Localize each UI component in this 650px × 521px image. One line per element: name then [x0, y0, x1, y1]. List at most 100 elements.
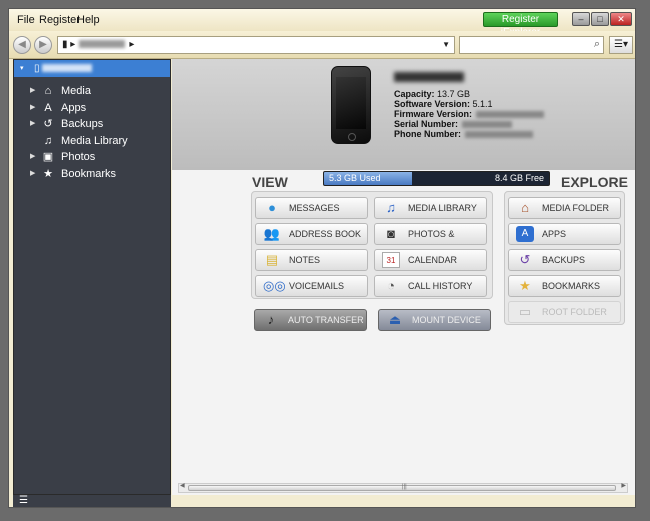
notes-button[interactable]: ▤ Notes — [255, 249, 368, 271]
forward-button[interactable]: ▶ — [34, 36, 52, 54]
backup-icon: ↺ — [43, 118, 53, 130]
sidebar-item-label: Photos — [61, 151, 96, 163]
storage-free-label: 8.4 GB Free — [494, 173, 544, 183]
mount-device-button[interactable]: ⏏ Mount Device — [378, 309, 491, 331]
serial-number-label: Serial Number: — [394, 119, 459, 129]
phone-number-label: Phone Number: — [394, 129, 462, 139]
software-version-row: Software Version: 5.1.1 — [394, 99, 493, 109]
software-version-value: 5.1.1 — [472, 99, 493, 109]
messages-button[interactable]: ● Messages — [255, 197, 368, 219]
back-button[interactable]: ◀ — [13, 36, 31, 54]
call-history-button[interactable]: ◔ Call History — [374, 275, 487, 297]
sidebar-item-bookmarks[interactable]: ▶ ★ Bookmarks — [14, 166, 170, 182]
menu-file[interactable]: File — [17, 14, 35, 26]
sidebar-item-photos[interactable]: ▶ ▣ Photos — [14, 149, 170, 165]
menu-register[interactable]: Register — [39, 14, 80, 26]
photos-videos-button[interactable]: ◙ Photos & Videos — [374, 223, 487, 259]
phone-number-row: Phone Number: — [394, 129, 534, 139]
address-book-button[interactable]: 👥 Address Book — [255, 223, 368, 245]
house-icon: ⌂ — [521, 200, 529, 215]
firmware-version-label: Firmware Version: — [394, 109, 473, 119]
sidebar: ▾ ▯ ▶ ⌂ Media ▶ A Apps ▶ ↺ Backups ♫ Med… — [13, 59, 171, 495]
app-store-icon: A — [516, 226, 534, 242]
firmware-version-row: Firmware Version: — [394, 109, 545, 119]
menu-bar: File Register Help Register iExplorer – … — [9, 9, 635, 38]
collapse-arrow-icon[interactable]: ▾ — [20, 60, 24, 77]
iphone-icon: ▯ — [34, 63, 40, 74]
bookmarks-button[interactable]: ★ Bookmarks — [508, 275, 621, 297]
sidebar-item-apps[interactable]: ▶ A Apps — [14, 100, 170, 116]
sidebar-item-backups[interactable]: ▶ ↺ Backups — [14, 116, 170, 132]
phone-number-value — [465, 131, 534, 139]
media-library-button[interactable]: ♫ Media Library — [374, 197, 487, 219]
music-note-icon: ♫ — [386, 200, 396, 215]
scroll-thumb[interactable]: ||| — [188, 484, 616, 491]
sidebar-item-label: Backups — [61, 118, 104, 130]
sidebar-item-label: Media Library — [61, 135, 128, 147]
sidebar-item-media[interactable]: ▶ ⌂ Media — [14, 83, 170, 99]
close-button[interactable]: ✕ — [610, 12, 632, 26]
phone-icon: ▮ ▸ — [62, 39, 76, 50]
menu-icon[interactable]: ☰ — [19, 495, 28, 506]
view-options-button[interactable]: ☰▾ — [609, 36, 633, 54]
maximize-button[interactable]: □ — [591, 12, 609, 26]
view-section-title: VIEW — [252, 174, 288, 190]
minimize-button[interactable]: – — [572, 12, 590, 26]
expand-arrow-icon[interactable]: ▶ — [30, 100, 35, 116]
search-input[interactable]: ⌕ — [459, 36, 604, 54]
mount-disk-icon: ⏏ — [388, 312, 402, 327]
address-bar: ◀ ▶ ▮ ▸ ▸ ▼ ⌕ ☰▾ — [9, 31, 635, 59]
sidebar-device-row[interactable]: ▾ ▯ — [14, 60, 170, 77]
media-folder-button[interactable]: ⌂ Media Folder — [508, 197, 621, 219]
app-window: File Register Help Register iExplorer – … — [8, 8, 636, 508]
notepad-icon: ▤ — [265, 252, 279, 267]
search-icon[interactable]: ⌕ — [594, 38, 600, 51]
camera-icon: ◙ — [387, 226, 395, 241]
explore-buttons-panel: ⌂ Media Folder A Apps ↺ Backups ★ Bookma… — [504, 191, 625, 325]
contacts-icon: 👥 — [263, 226, 281, 241]
music-transfer-icon: ♪ — [267, 312, 275, 327]
sidebar-item-label: Bookmarks — [61, 168, 117, 180]
auto-transfer-button[interactable]: ♪ Auto Transfer — [254, 309, 367, 331]
horizontal-scrollbar[interactable]: ◀ ||| ▶ — [178, 483, 628, 493]
clock-icon: ◔ — [387, 278, 395, 293]
backups-button[interactable]: ↺ Backups — [508, 249, 621, 271]
capacity-label: Capacity: — [394, 89, 435, 99]
sidebar-item-media-library[interactable]: ♫ Media Library — [14, 133, 170, 149]
apps-button[interactable]: A Apps — [508, 223, 621, 245]
path-field[interactable]: ▮ ▸ ▸ ▼ — [57, 36, 455, 54]
apps-icon: A — [44, 102, 52, 114]
iphone-image — [331, 66, 371, 144]
sidebar-footer: ☰ — [13, 495, 171, 507]
expand-arrow-icon[interactable]: ▶ — [30, 149, 35, 165]
path-device-name — [79, 40, 126, 49]
chevron-down-icon[interactable]: ▼ — [442, 37, 450, 53]
scroll-right-icon[interactable]: ▶ — [621, 482, 626, 489]
expand-arrow-icon[interactable]: ▶ — [30, 166, 35, 182]
scroll-left-icon[interactable]: ◀ — [180, 482, 185, 489]
firmware-version-value — [476, 111, 545, 119]
device-name — [42, 64, 92, 73]
music-note-icon: ♫ — [43, 135, 53, 147]
voicemails-button[interactable]: ◎◎ Voicemails — [255, 275, 368, 297]
register-iexplorer-button[interactable]: Register iExplorer — [483, 12, 558, 38]
sidebar-item-label: Media — [61, 85, 91, 97]
device-info-header: Capacity: 13.7 GB Software Version: 5.1.… — [172, 59, 635, 170]
view-buttons-panel: ● Messages ♫ Media Library 👥 Address Boo… — [251, 191, 493, 299]
storage-bar: 5.3 GB Used 8.4 GB Free — [323, 171, 550, 186]
root-folder-button[interactable]: ▭ Root Folder — [508, 301, 621, 323]
software-version-label: Software Version: — [394, 99, 471, 109]
grip-icon: ||| — [402, 484, 407, 490]
device-name-heading — [394, 72, 464, 82]
capacity-value: 13.7 GB — [437, 89, 471, 99]
serial-number-row: Serial Number: — [394, 119, 513, 129]
sidebar-item-label: Apps — [61, 102, 87, 114]
device-overview-panel: Capacity: 13.7 GB Software Version: 5.1.… — [172, 59, 635, 495]
calendar-button[interactable]: 31 Calendar — [374, 249, 487, 271]
expand-arrow-icon[interactable]: ▶ — [30, 83, 35, 99]
serial-number-value — [462, 121, 513, 129]
expand-arrow-icon[interactable]: ▶ — [30, 116, 35, 132]
speech-bubble-icon: ● — [268, 200, 276, 215]
menu-help[interactable]: Help — [77, 14, 100, 26]
photo-icon: ▣ — [42, 151, 54, 163]
